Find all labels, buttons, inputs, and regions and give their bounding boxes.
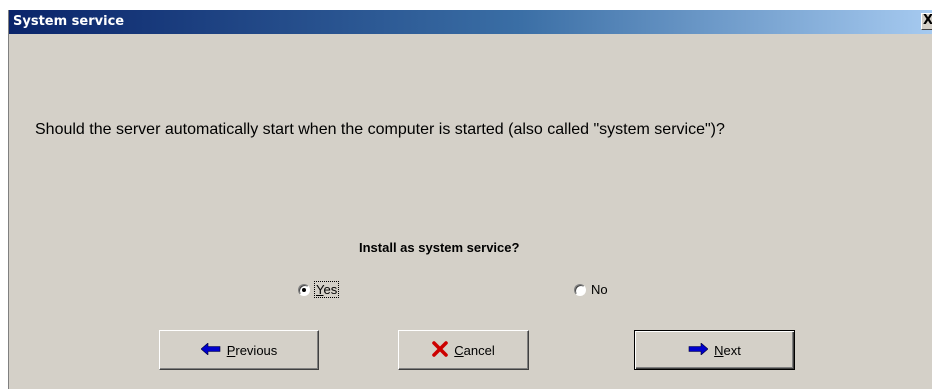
next-label: Next <box>714 342 741 358</box>
arrow-right-icon <box>688 341 709 358</box>
radio-yes-circle[interactable] <box>298 283 310 296</box>
radio-yes-label: Yes <box>313 281 340 298</box>
radio-no-circle[interactable] <box>574 283 586 296</box>
install-group-label: Install as system service? <box>359 240 520 255</box>
next-button[interactable]: Next <box>634 330 795 370</box>
radio-no-label: No <box>591 282 608 297</box>
close-button[interactable]: X <box>921 13 932 30</box>
cancel-label: Cancel <box>454 342 495 358</box>
x-icon <box>432 340 449 360</box>
question-text: Should the server automatically start wh… <box>35 121 725 138</box>
window-title: System service <box>13 14 125 29</box>
radio-no[interactable]: No <box>574 282 608 297</box>
title-bar[interactable]: System service X <box>9 10 932 34</box>
close-icon: X <box>922 13 932 28</box>
previous-button[interactable]: Previous <box>159 330 319 370</box>
system-service-dialog: System service X Should the server autom… <box>8 10 932 389</box>
radio-yes[interactable]: Yes <box>298 281 340 298</box>
arrow-left-icon <box>200 341 221 358</box>
cancel-button[interactable]: Cancel <box>398 330 529 370</box>
previous-label: Previous <box>226 342 278 358</box>
